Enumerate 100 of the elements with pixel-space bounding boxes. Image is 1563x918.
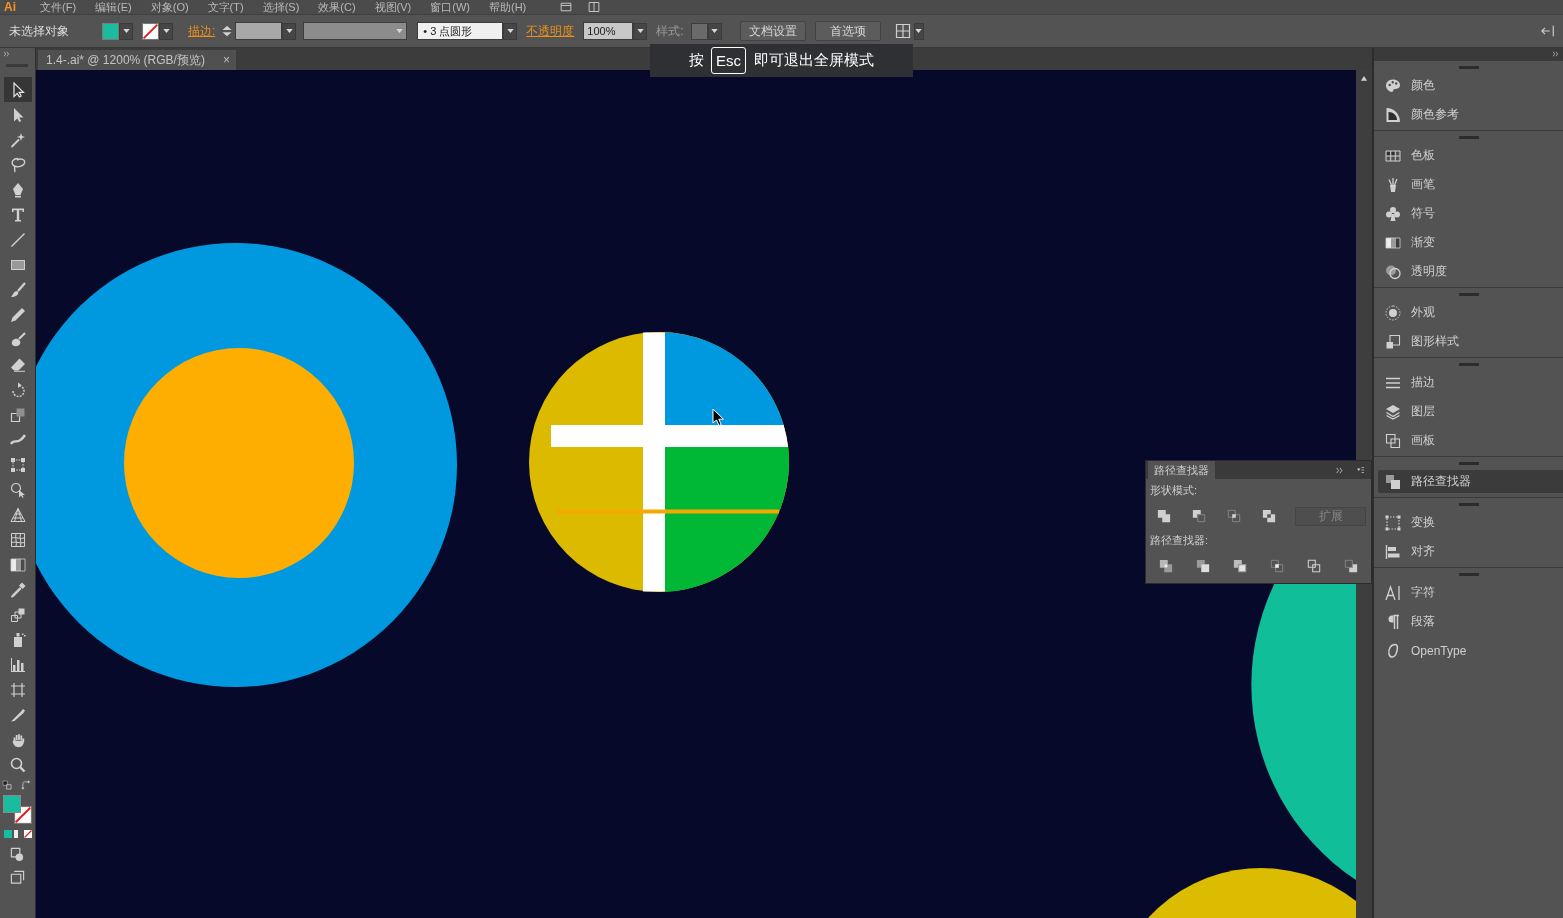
circle-arrow-icon bbox=[9, 481, 26, 498]
menu-item[interactable]: 窗口(W) bbox=[430, 0, 470, 14]
offset-squares-icon bbox=[9, 406, 26, 423]
brush-field[interactable]: • 3 点圆形 bbox=[417, 22, 504, 40]
panel-item[interactable]: 色板 bbox=[1378, 144, 1563, 167]
none-chip-icon[interactable] bbox=[23, 830, 32, 838]
dropdown-button[interactable] bbox=[282, 22, 297, 40]
swap-arrow-icon[interactable] bbox=[21, 780, 31, 790]
menu-item[interactable]: 视图(V) bbox=[374, 0, 412, 14]
squares-crop-icon bbox=[1270, 559, 1284, 573]
square-circle-icon[interactable] bbox=[10, 847, 25, 862]
eyedropper-icon bbox=[9, 581, 26, 598]
fill-swatch[interactable] bbox=[102, 22, 119, 40]
tool-button[interactable] bbox=[3, 77, 32, 102]
dropdown-button[interactable] bbox=[633, 22, 648, 40]
menu-item[interactable]: 帮助(H) bbox=[489, 0, 527, 14]
document-setup-button[interactable]: 文档设置 bbox=[739, 21, 806, 41]
menu-item[interactable]: 文件(F) bbox=[40, 0, 77, 14]
stroke-link[interactable]: 描边: bbox=[188, 22, 216, 40]
dropdown-button[interactable] bbox=[119, 22, 133, 40]
panel-item[interactable]: OpenType bbox=[1378, 639, 1563, 662]
panel-item[interactable]: 图层 bbox=[1378, 400, 1563, 423]
document-tab[interactable]: 1.4-.ai* @ 1200% (RGB/预览) × bbox=[38, 50, 236, 70]
caret-icon bbox=[122, 29, 130, 33]
notice-text: 按 bbox=[689, 51, 704, 70]
dropdown-button[interactable] bbox=[159, 22, 173, 40]
dropdown-button[interactable] bbox=[503, 22, 518, 40]
overlapping-blocks-icon bbox=[1385, 473, 1401, 490]
panel-menu-icon[interactable] bbox=[1355, 466, 1366, 474]
squares-merge-icon bbox=[1233, 559, 1247, 573]
panel-item[interactable]: 路径查找器 bbox=[1378, 470, 1563, 493]
fill-swatch[interactable] bbox=[2, 795, 21, 813]
panel-grip[interactable] bbox=[1458, 66, 1479, 69]
palette-icon bbox=[1385, 77, 1401, 94]
tab-close-button[interactable]: × bbox=[223, 53, 230, 67]
eraser-icon bbox=[9, 356, 26, 373]
grid-icon bbox=[1385, 147, 1401, 164]
screen-mode-icon[interactable] bbox=[10, 870, 25, 885]
mouse-cursor-icon bbox=[712, 408, 724, 426]
minus-back-icon bbox=[1344, 559, 1358, 573]
dotted-arc-arrow-icon bbox=[9, 381, 26, 398]
stroke-weight-field[interactable] bbox=[235, 22, 283, 40]
double-chevron-icon[interactable] bbox=[3, 51, 10, 57]
mesh-grid-icon bbox=[9, 531, 26, 548]
panel-tab[interactable]: 路径查找器 bbox=[1148, 461, 1215, 479]
preferences-button[interactable]: 首选项 bbox=[814, 21, 881, 41]
opacity-field[interactable]: 100% bbox=[583, 22, 634, 40]
window-grid-icon[interactable] bbox=[894, 23, 911, 39]
letter-t-icon bbox=[9, 206, 26, 223]
scroll-up-icon[interactable] bbox=[1360, 75, 1368, 82]
opacity-link[interactable]: 不透明度 bbox=[526, 22, 575, 40]
section-label: 路径查找器: bbox=[1150, 534, 1209, 547]
caret-icon bbox=[506, 29, 514, 33]
panel-item[interactable]: 对齐 bbox=[1378, 540, 1563, 563]
panel-item[interactable]: 颜色 bbox=[1378, 74, 1563, 97]
split-window-icon[interactable] bbox=[587, 1, 602, 13]
quarter-fan-icon bbox=[1385, 106, 1401, 123]
double-chevron-icon[interactable] bbox=[1552, 51, 1559, 57]
panel-grip[interactable] bbox=[1458, 136, 1479, 139]
menu-item[interactable]: 编辑(E) bbox=[95, 0, 132, 14]
menu-item[interactable]: 对象(O) bbox=[150, 0, 189, 14]
paintbrush-icon bbox=[9, 281, 26, 298]
color-chip[interactable] bbox=[3, 830, 12, 838]
panel-grip[interactable] bbox=[1458, 573, 1479, 576]
squares-outline-icon bbox=[1307, 559, 1321, 573]
panel-item[interactable]: 字符 bbox=[1378, 581, 1563, 604]
width-profile-field[interactable] bbox=[303, 22, 408, 40]
letter-a-icon bbox=[1385, 584, 1401, 601]
panel-item[interactable]: 符号 bbox=[1378, 202, 1563, 225]
crop-marks-icon bbox=[9, 681, 26, 698]
default-colors-icon[interactable] bbox=[2, 780, 12, 790]
panel-item[interactable]: 变换 bbox=[1378, 511, 1563, 534]
panel-item[interactable]: 描边 bbox=[1378, 371, 1563, 394]
panel-item[interactable]: 画笔 bbox=[1378, 173, 1563, 196]
stroke-swatch[interactable] bbox=[142, 22, 159, 40]
app-logo: Ai bbox=[4, 0, 17, 14]
panel-item[interactable]: 画板 bbox=[1378, 429, 1563, 452]
notice-text: 即可退出全屏模式 bbox=[754, 51, 874, 70]
style-swatch[interactable] bbox=[690, 22, 708, 40]
caret-icon bbox=[396, 29, 404, 33]
panel-item[interactable]: 渐变 bbox=[1378, 231, 1563, 254]
panel-item[interactable]: 图形样式 bbox=[1378, 330, 1563, 353]
squares-trim-icon bbox=[1196, 559, 1210, 573]
dotted-ring-icon bbox=[1385, 304, 1401, 321]
double-chevron-icon[interactable] bbox=[1336, 466, 1343, 474]
panel-grip[interactable] bbox=[1458, 363, 1479, 366]
window-icon[interactable] bbox=[559, 1, 574, 13]
panel-grip[interactable] bbox=[1458, 293, 1479, 296]
menu-item[interactable]: 选择(S) bbox=[262, 0, 300, 14]
menu-item[interactable]: 效果(C) bbox=[318, 0, 356, 14]
menu-item[interactable]: 文字(T) bbox=[207, 0, 244, 14]
panel-grip[interactable] bbox=[1458, 462, 1479, 465]
dropdown-button[interactable] bbox=[913, 22, 924, 40]
arrow-bar-icon[interactable] bbox=[1541, 24, 1555, 38]
panel-item[interactable]: 透明度 bbox=[1378, 260, 1563, 283]
panel-item[interactable]: 外观 bbox=[1378, 301, 1563, 324]
perspective-grid-icon bbox=[9, 506, 26, 523]
panel-item[interactable]: 段落 bbox=[1378, 610, 1563, 633]
panel-grip[interactable] bbox=[1458, 503, 1479, 506]
panel-item[interactable]: 颜色参考 bbox=[1378, 103, 1563, 126]
